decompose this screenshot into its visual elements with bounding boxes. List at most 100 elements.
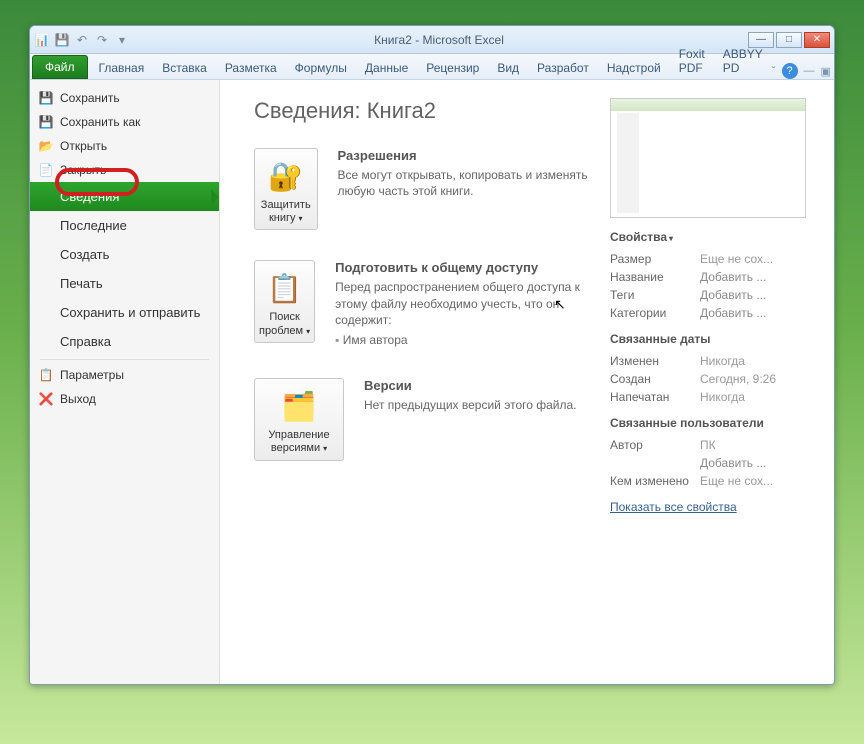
permissions-section: 🔐 Защитить книгу▾ Разрешения Все могут о…: [254, 148, 598, 230]
sidebar-label: Сохранить и отправить: [60, 305, 200, 320]
section-title: Разрешения: [338, 148, 598, 163]
sidebar-save[interactable]: 💾 Сохранить: [30, 86, 219, 110]
open-folder-icon: 📂: [38, 138, 54, 154]
undo-icon[interactable]: ↶: [74, 32, 90, 48]
check-issues-button[interactable]: 📋 Поиск проблем▾: [254, 260, 315, 342]
show-all-properties-link[interactable]: Показать все свойства: [610, 500, 737, 514]
sidebar-separator: [40, 359, 209, 360]
sidebar-saveas[interactable]: 💾 Сохранить как: [30, 110, 219, 134]
window-title: Книга2 - Microsoft Excel: [130, 33, 748, 47]
ribbon-tabs: Файл Главная Вставка Разметка Формулы Да…: [30, 54, 834, 80]
document-thumbnail: [610, 98, 806, 218]
app-window: 📊 💾 ↶ ↷ ▾ Книга2 - Microsoft Excel — □ ✕…: [29, 25, 835, 685]
sidebar-label: Сохранить: [60, 91, 120, 105]
tab-data[interactable]: Данные: [356, 56, 417, 79]
sidebar-exit[interactable]: ❌ Выход: [30, 387, 219, 411]
minimize-ribbon-icon[interactable]: ˇ: [772, 64, 776, 78]
sidebar-print[interactable]: Печать: [30, 269, 219, 298]
sidebar-label: Последние: [60, 218, 127, 233]
sidebar-label: Сведения: [60, 189, 119, 204]
backstage-content: 💾 Сохранить 💾 Сохранить как 📂 Открыть 📄 Закр…: [30, 80, 834, 684]
tab-developer[interactable]: Разработ: [528, 56, 598, 79]
versions-icon: 🗂️: [278, 387, 320, 425]
versions-section: 🗂️ Управление версиями▾ Версии Нет преды…: [254, 378, 598, 460]
qat-dropdown-icon[interactable]: ▾: [114, 32, 130, 48]
versions-text: Версии Нет предыдущих версий этого файла…: [364, 378, 577, 413]
exit-icon: ❌: [38, 391, 54, 407]
page-title: Сведения: Книга2: [254, 98, 598, 124]
prop-created: СозданСегодня, 9:26: [610, 370, 820, 388]
sidebar-recent[interactable]: Последние: [30, 211, 219, 240]
prop-add-author[interactable]: Добавить ...: [610, 454, 820, 472]
chevron-down-icon: ▾: [299, 214, 303, 223]
prop-printed: НапечатанНикогда: [610, 388, 820, 406]
section-body: Перед распространением общего доступа к …: [335, 279, 598, 328]
list-item: Имя автора: [335, 332, 598, 348]
lock-key-icon: 🔐: [265, 157, 307, 195]
sidebar-label: Сохранить как: [60, 115, 140, 129]
save-icon[interactable]: 💾: [54, 32, 70, 48]
tab-insert[interactable]: Вставка: [153, 56, 216, 79]
chevron-down-icon: ▾: [669, 234, 673, 243]
manage-versions-button[interactable]: 🗂️ Управление версиями▾: [254, 378, 344, 460]
window-min-icon[interactable]: —: [804, 65, 815, 77]
saveas-icon: 💾: [38, 114, 54, 130]
excel-icon: 📊: [34, 32, 50, 48]
chevron-down-icon: ▾: [323, 444, 327, 453]
sidebar-close[interactable]: 📄 Закрыть: [30, 158, 219, 182]
permissions-text: Разрешения Все могут открывать, копирова…: [338, 148, 598, 199]
sidebar-info[interactable]: Сведения: [30, 182, 219, 211]
button-label: Защитить книгу: [261, 199, 311, 224]
section-title: Версии: [364, 378, 577, 393]
prop-author: АвторПК: [610, 436, 820, 454]
sidebar-options[interactable]: 📋 Параметры: [30, 363, 219, 387]
chevron-down-icon: ▾: [306, 327, 310, 336]
sidebar-help[interactable]: Справка: [30, 327, 219, 356]
section-body: Все могут открывать, копировать и изменя…: [338, 167, 598, 199]
properties-heading[interactable]: Свойства▾: [610, 230, 820, 244]
tab-home[interactable]: Главная: [90, 56, 154, 79]
tab-formulas[interactable]: Формулы: [286, 56, 356, 79]
sidebar-new[interactable]: Создать: [30, 240, 219, 269]
maximize-button[interactable]: □: [776, 32, 802, 48]
save-icon: 💾: [38, 90, 54, 106]
tab-view[interactable]: Вид: [488, 56, 528, 79]
protect-workbook-button[interactable]: 🔐 Защитить книгу▾: [254, 148, 318, 230]
quick-access-toolbar: 📊 💾 ↶ ↷ ▾: [34, 32, 130, 48]
related-users-heading: Связанные пользователи: [610, 416, 820, 430]
prop-title[interactable]: НазваниеДобавить ...: [610, 268, 820, 286]
sidebar-label: Выход: [60, 392, 96, 406]
backstage-sidebar: 💾 Сохранить 💾 Сохранить как 📂 Открыть 📄 Закр…: [30, 80, 220, 684]
tab-review[interactable]: Рецензир: [417, 56, 488, 79]
checklist-icon: 📋: [264, 269, 306, 307]
sidebar-open[interactable]: 📂 Открыть: [30, 134, 219, 158]
prop-size: РазмерЕще не сох...: [610, 250, 820, 268]
sidebar-label: Печать: [60, 276, 103, 291]
window-restore-icon[interactable]: ▣: [821, 65, 831, 78]
prop-tags[interactable]: ТегиДобавить ...: [610, 286, 820, 304]
sidebar-label: Справка: [60, 334, 111, 349]
sidebar-label: Параметры: [60, 368, 124, 382]
redo-icon[interactable]: ↷: [94, 32, 110, 48]
sidebar-label: Открыть: [60, 139, 107, 153]
prop-categories[interactable]: КатегорииДобавить ...: [610, 304, 820, 322]
button-label: Управление версиями: [268, 429, 329, 454]
tab-layout[interactable]: Разметка: [216, 56, 286, 79]
tab-addins[interactable]: Надстрой: [598, 56, 670, 79]
tab-file[interactable]: Файл: [32, 55, 88, 79]
prop-changed-by: Кем измененоЕще не сох...: [610, 472, 820, 490]
section-title: Подготовить к общему доступу: [335, 260, 598, 275]
backstage-main: Сведения: Книга2 🔐 Защитить книгу▾ Разре…: [220, 80, 834, 684]
close-button[interactable]: ✕: [804, 32, 830, 48]
options-icon: 📋: [38, 367, 54, 383]
info-main-column: Сведения: Книга2 🔐 Защитить книгу▾ Разре…: [254, 98, 598, 674]
tab-abbyy[interactable]: ABBYY PD: [714, 42, 772, 79]
sidebar-save-send[interactable]: Сохранить и отправить: [30, 298, 219, 327]
section-body: Нет предыдущих версий этого файла.: [364, 397, 577, 413]
tab-foxit[interactable]: Foxit PDF: [670, 42, 714, 79]
sidebar-label: Закрыть: [60, 163, 106, 177]
prepare-share-section: 📋 Поиск проблем▾ Подготовить к общему до…: [254, 260, 598, 348]
button-label: Поиск проблем: [259, 311, 303, 336]
help-icon[interactable]: ?: [782, 63, 798, 79]
close-doc-icon: 📄: [38, 162, 54, 178]
